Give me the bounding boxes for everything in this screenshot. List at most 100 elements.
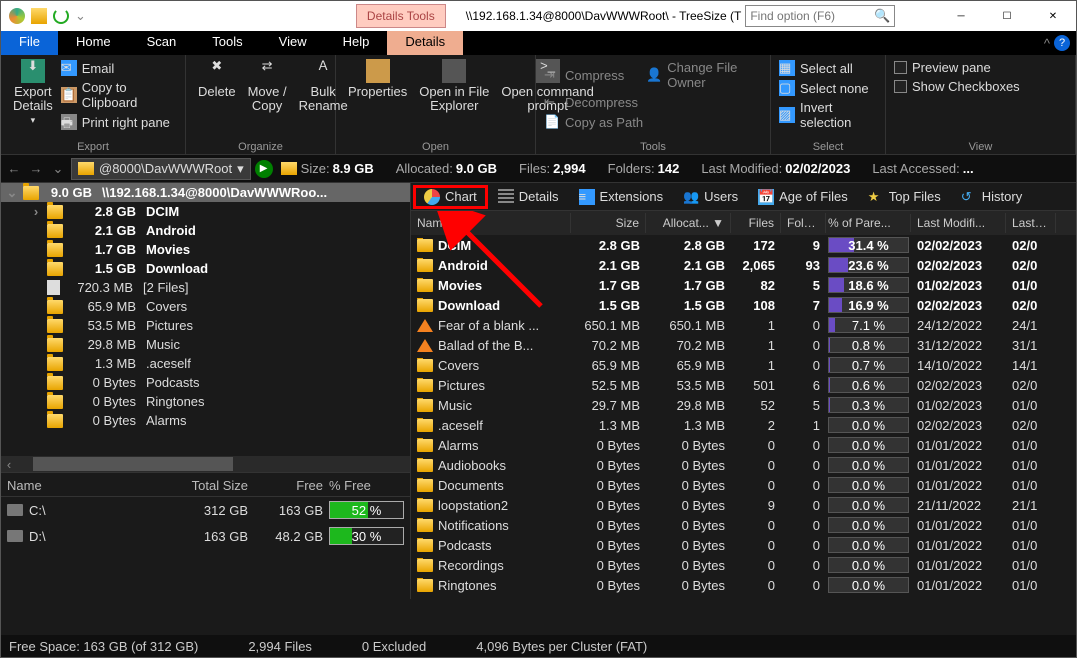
table-row[interactable]: Notifications 0 Bytes 0 Bytes 0 0 0.0 % … xyxy=(411,515,1076,535)
tree-row[interactable]: 53.5 MBPictures xyxy=(1,316,410,335)
tree-hscroll[interactable]: ‹ xyxy=(1,456,410,472)
find-option-box[interactable]: 🔍 xyxy=(745,5,895,27)
tab-details-view[interactable]: Details xyxy=(488,186,569,208)
table-row[interactable]: Music 29.7 MB 29.8 MB 52 5 0.3 % 01/02/2… xyxy=(411,395,1076,415)
tab-age[interactable]: 📅Age of Files xyxy=(748,186,858,208)
close-button[interactable]: ✕ xyxy=(1030,1,1076,31)
select-all-button[interactable]: ▦Select all xyxy=(777,59,879,77)
table-row[interactable]: Download 1.5 GB 1.5 GB 108 7 16.9 % 02/0… xyxy=(411,295,1076,315)
tree-row[interactable]: 0 BytesAlarms xyxy=(1,411,410,430)
addr-dropdown[interactable]: ▾ xyxy=(237,161,244,177)
copy-clipboard-button[interactable]: 📋Copy to Clipboard xyxy=(59,79,179,111)
col-allocated[interactable]: Allocat... ▼ xyxy=(646,213,731,233)
col-pct-parent[interactable]: % of Pare... xyxy=(826,214,911,232)
tab-top-files[interactable]: ★Top Files xyxy=(858,186,951,208)
tree-row[interactable]: ›2.8 GBDCIM xyxy=(1,202,410,221)
tab-extensions[interactable]: ≡Extensions xyxy=(569,186,674,208)
table-row[interactable]: Fear of a blank ... 650.1 MB 650.1 MB 1 … xyxy=(411,315,1076,335)
collapse-ribbon[interactable]: ^ xyxy=(1044,36,1050,51)
tree-row[interactable]: 720.3 MB[2 Files] xyxy=(1,278,410,297)
col-files[interactable]: Files xyxy=(731,213,781,233)
tab-users[interactable]: 👥Users xyxy=(673,186,748,208)
cell-accessed: 24/1 xyxy=(1006,318,1056,333)
table-row[interactable]: Covers 65.9 MB 65.9 MB 1 0 0.7 % 14/10/2… xyxy=(411,355,1076,375)
address-bar[interactable]: @8000\DavWWWRoot ▾ xyxy=(71,158,251,180)
print-right-pane-button[interactable]: 🖶Print right pane xyxy=(59,113,179,131)
tree-row[interactable]: 2.1 GBAndroid xyxy=(1,221,410,240)
col-total[interactable]: Total Size xyxy=(179,478,254,493)
drive-row[interactable]: D:\ 163 GB 48.2 GB 30 % xyxy=(1,523,410,549)
tab-home[interactable]: Home xyxy=(58,31,129,55)
tab-help[interactable]: Help xyxy=(325,31,388,55)
scan-button[interactable]: ▶ xyxy=(255,160,273,178)
tree-row[interactable]: 0 BytesPodcasts xyxy=(1,373,410,392)
col-name[interactable]: Name xyxy=(411,213,571,233)
col-size[interactable]: Size xyxy=(571,213,646,233)
table-row[interactable]: Android 2.1 GB 2.1 GB 2,065 93 23.6 % 02… xyxy=(411,255,1076,275)
table-row[interactable]: Alarms 0 Bytes 0 Bytes 0 0 0.0 % 01/01/2… xyxy=(411,435,1076,455)
tab-chart[interactable]: Chart xyxy=(413,185,488,209)
table-row[interactable]: .aceself 1.3 MB 1.3 MB 2 1 0.0 % 02/02/2… xyxy=(411,415,1076,435)
table-row[interactable]: Podcasts 0 Bytes 0 Bytes 0 0 0.0 % 01/01… xyxy=(411,535,1076,555)
tree-row[interactable]: 1.3 MB.aceself xyxy=(1,354,410,373)
drive-row[interactable]: C:\ 312 GB 163 GB 52 % xyxy=(1,497,410,523)
open-explorer-button[interactable]: Open in File Explorer xyxy=(413,57,495,115)
tab-details[interactable]: Details xyxy=(387,31,463,55)
nav-dropdown[interactable]: ⌄ xyxy=(49,161,67,177)
table-row[interactable]: Movies 1.7 GB 1.7 GB 82 5 18.6 % 01/02/2… xyxy=(411,275,1076,295)
tree-row[interactable]: 1.5 GBDownload xyxy=(1,259,410,278)
email-button[interactable]: ✉Email xyxy=(59,59,179,77)
table-row[interactable]: Pictures 52.5 MB 53.5 MB 501 6 0.6 % 02/… xyxy=(411,375,1076,395)
col-folders[interactable]: Fold... xyxy=(781,213,826,233)
table-row[interactable]: loopstation2 0 Bytes 0 Bytes 9 0 0.0 % 2… xyxy=(411,495,1076,515)
details-table[interactable]: Name Size Allocat... ▼ Files Fold... % o… xyxy=(411,211,1076,599)
search-icon[interactable]: 🔍 xyxy=(874,8,890,24)
col-accessed[interactable]: Last A... xyxy=(1006,213,1056,233)
tab-history[interactable]: ↺History xyxy=(951,186,1032,208)
change-owner-button[interactable]: 👤Change File Owner xyxy=(644,59,764,91)
invert-selection-button[interactable]: ▨Invert selection xyxy=(777,99,879,131)
help-icon[interactable]: ? xyxy=(1054,35,1070,51)
table-header[interactable]: Name Size Allocat... ▼ Files Fold... % o… xyxy=(411,211,1076,235)
open-folder-icon[interactable] xyxy=(31,8,47,24)
minimize-button[interactable]: ─ xyxy=(938,1,984,31)
decompress-button[interactable]: ⇤Decompress xyxy=(542,93,764,111)
tree-row[interactable]: 29.8 MBMusic xyxy=(1,335,410,354)
col-modified[interactable]: Last Modifi... xyxy=(911,213,1006,233)
folder-tree[interactable]: ⌄ 9.0 GB \\192.168.1.34@8000\DavWWWRoo..… xyxy=(1,183,410,472)
table-row[interactable]: Ballad of the B... 70.2 MB 70.2 MB 1 0 0… xyxy=(411,335,1076,355)
qat-more[interactable]: ⌄ xyxy=(75,8,86,24)
copy-path-button[interactable]: 📄Copy as Path xyxy=(542,113,764,131)
tab-view[interactable]: View xyxy=(261,31,325,55)
show-checkboxes-checkbox[interactable]: Show Checkboxes xyxy=(892,78,1022,95)
move-copy-button[interactable]: ⇄Move / Copy xyxy=(242,57,293,115)
col-pctfree[interactable]: % Free xyxy=(329,478,404,493)
table-row[interactable]: Documents 0 Bytes 0 Bytes 0 0 0.0 % 01/0… xyxy=(411,475,1076,495)
nav-fwd[interactable]: → xyxy=(27,161,45,176)
tab-scan[interactable]: Scan xyxy=(129,31,195,55)
table-row[interactable]: Recordings 0 Bytes 0 Bytes 0 0 0.0 % 01/… xyxy=(411,555,1076,575)
expand-icon[interactable]: ⌄ xyxy=(5,185,19,201)
table-row[interactable]: DCIM 2.8 GB 2.8 GB 172 9 31.4 % 02/02/20… xyxy=(411,235,1076,255)
find-option-input[interactable] xyxy=(746,9,866,23)
expand-icon[interactable]: › xyxy=(29,204,43,219)
tree-row[interactable]: 0 BytesRingtones xyxy=(1,392,410,411)
tab-file[interactable]: File xyxy=(1,31,58,55)
refresh-icon[interactable] xyxy=(53,8,69,24)
table-row[interactable]: Ringtones 0 Bytes 0 Bytes 0 0 0.0 % 01/0… xyxy=(411,575,1076,595)
tree-root[interactable]: ⌄ 9.0 GB \\192.168.1.34@8000\DavWWWRoo..… xyxy=(1,183,410,202)
table-row[interactable]: Audiobooks 0 Bytes 0 Bytes 0 0 0.0 % 01/… xyxy=(411,455,1076,475)
col-name[interactable]: Name xyxy=(7,478,179,493)
maximize-button[interactable]: ☐ xyxy=(984,1,1030,31)
select-none-button[interactable]: ▢Select none xyxy=(777,79,879,97)
tree-row[interactable]: 1.7 GBMovies xyxy=(1,240,410,259)
delete-button[interactable]: ✖Delete xyxy=(192,57,242,101)
nav-back[interactable]: ← xyxy=(5,161,23,176)
preview-pane-checkbox[interactable]: Preview pane xyxy=(892,59,1022,76)
export-details-button[interactable]: ⬇ Export Details▾ xyxy=(7,57,59,129)
tab-tools[interactable]: Tools xyxy=(194,31,260,55)
compress-button[interactable]: ⇥Compress xyxy=(542,59,626,91)
tree-row[interactable]: 65.9 MBCovers xyxy=(1,297,410,316)
properties-button[interactable]: Properties xyxy=(342,57,413,101)
col-free[interactable]: Free xyxy=(254,478,329,493)
